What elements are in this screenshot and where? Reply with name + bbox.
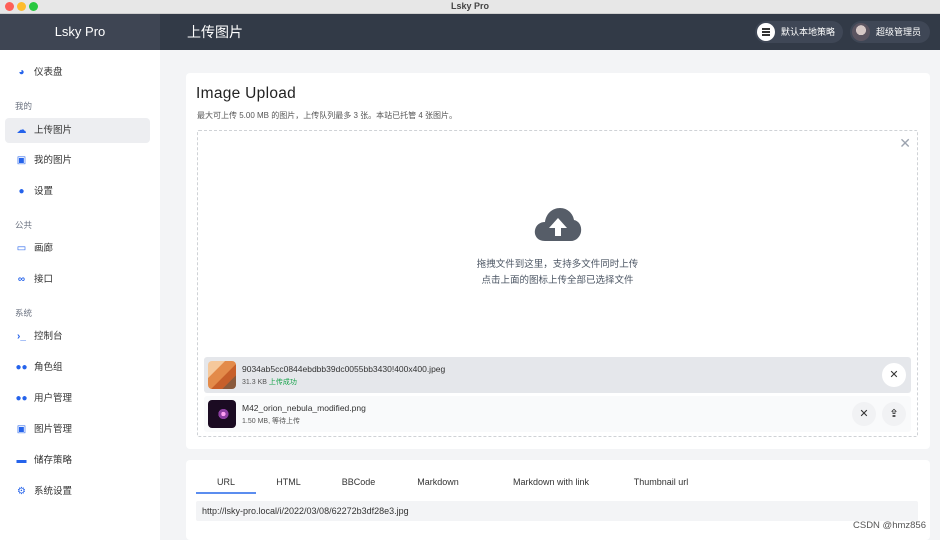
- file-row: 9034ab5cc0844ebdbb39dc0055bb3430!400x400…: [204, 357, 911, 393]
- sidebar-item-label: 设置: [34, 186, 54, 197]
- strategy-selector[interactable]: 默认本地策略: [755, 21, 843, 43]
- upload-title: Image Upload: [196, 85, 297, 102]
- tab-markdown-with-link[interactable]: Markdown with link: [496, 472, 606, 494]
- file-name: M42_orion_nebula_modified.png: [242, 403, 366, 413]
- file-size: 31.3 KB: [242, 379, 267, 386]
- window-title: Lsky Pro: [450, 1, 490, 11]
- file-size: 1.50 MB: [242, 418, 269, 425]
- images-icon: ▣: [16, 155, 27, 166]
- watermark: CSDN @hmz856: [853, 520, 926, 531]
- users-cog-icon: ●●: [15, 393, 28, 404]
- page-title: 上传图片: [187, 24, 243, 40]
- brand-logo[interactable]: Lsky Pro: [0, 14, 160, 50]
- file-thumbnail: [208, 361, 236, 389]
- sidebar-item-upload[interactable]: ☁ 上传图片: [5, 118, 150, 143]
- sidebar-item-label: 控制台: [34, 331, 63, 342]
- cloud-upload-icon[interactable]: [533, 205, 583, 245]
- avatar: [852, 23, 870, 41]
- cloud-upload-icon: ☁: [16, 125, 27, 136]
- remove-file-button[interactable]: ✕: [882, 363, 906, 387]
- tab-bbcode[interactable]: BBCode: [336, 472, 381, 494]
- tab-thumbnail-url[interactable]: Thumbnail url: [621, 472, 701, 494]
- image-url-field[interactable]: http://lsky-pro.local/i/2022/03/08/62272…: [196, 501, 918, 521]
- tab-url[interactable]: URL: [196, 472, 256, 494]
- user-menu[interactable]: 超级管理员: [850, 21, 930, 43]
- sidebar-item-label: 角色组: [34, 362, 63, 373]
- sidebar-item-label: 我的图片: [34, 155, 73, 166]
- sidebar-item-label: 图片管理: [34, 424, 73, 435]
- sidebar-item-console[interactable]: ›_ 控制台: [5, 324, 150, 349]
- sidebar-section-mine: 我的: [15, 101, 33, 111]
- clear-queue-button[interactable]: ✕: [899, 135, 911, 152]
- file-status: 等待上传: [271, 418, 300, 425]
- sidebar-item-label: 用户管理: [34, 393, 73, 404]
- sidebar-item-images[interactable]: ▣ 图片管理: [5, 417, 150, 442]
- cogs-icon: ⚙: [17, 486, 26, 497]
- tab-markdown[interactable]: Markdown: [408, 472, 468, 494]
- sidebar-item-label: 系统设置: [34, 486, 73, 497]
- sidebar-item-system-settings[interactable]: ⚙ 系统设置: [5, 479, 150, 504]
- file-meta: 31.3 KB 上传成功: [242, 377, 297, 387]
- sidebar-item-settings[interactable]: ● 设置: [5, 179, 150, 204]
- upload-file-button[interactable]: ⇪: [882, 402, 906, 426]
- sidebar-item-label: 储存策略: [34, 455, 73, 466]
- links-card: URL HTML BBCode Markdown Markdown with l…: [186, 460, 930, 540]
- sidebar-item-label: 画廊: [34, 243, 54, 254]
- drop-hint-line1: 拖拽文件到这里，支持多文件同时上传: [476, 259, 639, 270]
- window-titlebar: Lsky Pro: [0, 0, 940, 14]
- gauge-icon: ◕: [18, 67, 25, 78]
- file-name: 9034ab5cc0844ebdbb39dc0055bb3430!400x400…: [242, 364, 446, 374]
- sidebar: ◕ 仪表盘 我的 ☁ 上传图片 ▣ 我的图片 ● 设置 公共 ▭ 画廊 ∞ 接口…: [0, 50, 160, 540]
- monitor-icon: ▭: [16, 243, 27, 254]
- sidebar-item-label: 接口: [34, 274, 54, 285]
- sidebar-item-label: 上传图片: [34, 125, 73, 136]
- sidebar-item-storage[interactable]: ▬ 储存策略: [5, 448, 150, 473]
- sidebar-item-users[interactable]: ●● 用户管理: [5, 386, 150, 411]
- app-header: Lsky Pro 上传图片 默认本地策略 超级管理员: [0, 14, 940, 50]
- file-thumbnail: [208, 400, 236, 428]
- sidebar-item-api[interactable]: ∞ 接口: [5, 267, 150, 292]
- file-status: 上传成功: [268, 379, 297, 386]
- upload-card: Image Upload 最大可上传 5.00 MB 的图片，上传队列最多 3 …: [186, 73, 930, 449]
- images-icon: ▣: [16, 424, 27, 435]
- sidebar-item-roles[interactable]: ●● 角色组: [5, 355, 150, 380]
- user-cog-icon: ●: [18, 186, 25, 197]
- sidebar-section-public: 公共: [15, 220, 33, 230]
- file-meta: 1.50 MB, 等待上传: [242, 418, 300, 425]
- sidebar-item-dashboard[interactable]: ◕ 仪表盘: [5, 60, 150, 85]
- link-icon: ∞: [17, 274, 26, 285]
- file-row: M42_orion_nebula_modified.png 1.50 MB, 等…: [204, 396, 911, 432]
- menu-icon: [757, 23, 775, 41]
- drop-zone[interactable]: ✕ 拖拽文件到这里，支持多文件同时上传 点击上面的图标上传全部已选择文件 903…: [197, 130, 918, 437]
- terminal-icon: ›_: [17, 331, 26, 342]
- sidebar-section-system: 系统: [15, 308, 33, 318]
- sidebar-item-gallery[interactable]: ▭ 画廊: [5, 236, 150, 261]
- sidebar-item-my-images[interactable]: ▣ 我的图片: [5, 148, 150, 173]
- upload-limits: 最大可上传 5.00 MB 的图片，上传队列最多 3 张。本站已托管 4 张图片…: [197, 111, 458, 120]
- sidebar-item-label: 仪表盘: [34, 67, 63, 78]
- hard-drive-icon: ▬: [16, 455, 27, 466]
- user-label: 超级管理员: [876, 27, 922, 37]
- drop-hint-line2: 点击上面的图标上传全部已选择文件: [481, 275, 634, 286]
- strategy-label: 默认本地策略: [781, 27, 836, 37]
- remove-file-button[interactable]: ✕: [852, 402, 876, 426]
- users-icon: ●●: [15, 362, 28, 373]
- tab-html[interactable]: HTML: [266, 472, 311, 494]
